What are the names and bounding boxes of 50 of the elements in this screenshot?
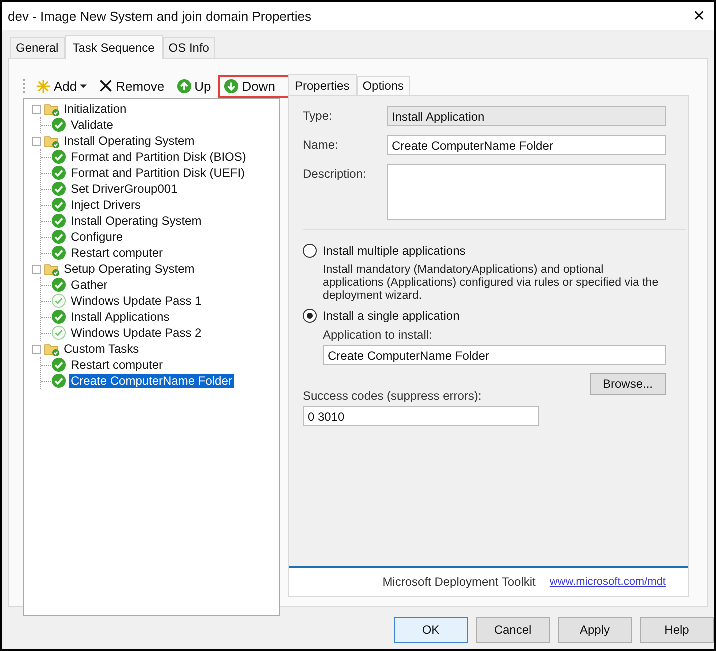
tree-item[interactable]: Initialization: [62, 102, 129, 116]
toolbar-button[interactable]: Add: [31, 74, 92, 98]
toolbar-button[interactable]: Remove: [94, 74, 170, 98]
field-label: Application to install:: [323, 328, 434, 342]
tree-item[interactable]: Restart computer: [69, 246, 166, 260]
dialog-button[interactable]: Apply: [558, 617, 632, 643]
dialog-button[interactable]: OK: [394, 617, 468, 643]
tree-item[interactable]: Set DriverGroup001: [69, 182, 180, 196]
toolbar-button[interactable]: Up: [172, 74, 216, 98]
tab[interactable]: General: [10, 37, 65, 58]
tree-item[interactable]: Format and Partition Disk (BIOS): [69, 150, 248, 164]
product-name: Microsoft Deployment Toolkit: [382, 575, 536, 589]
website-link[interactable]: www.microsoft.com/mdt: [550, 576, 666, 588]
success-codes-field[interactable]: 0 3010: [303, 406, 539, 426]
type-field: Install Application: [387, 106, 666, 126]
option-description: Install mandatory (MandatoryApplications) and optional applications (Applications) configured via rules or specified via the deployment wizard.: [323, 264, 660, 303]
sparkle-icon: [36, 78, 51, 94]
tree-item[interactable]: Configure: [69, 230, 126, 244]
browse-button[interactable]: Browse...: [590, 373, 666, 395]
close-button[interactable]: ✕: [693, 7, 706, 25]
dialog-button[interactable]: Help: [640, 617, 714, 643]
caret-icon: [80, 82, 88, 90]
tree-item[interactable]: Format and Partition Disk (UEFI): [69, 166, 248, 180]
tab[interactable]: Properties: [288, 74, 357, 96]
description-field[interactable]: [387, 164, 666, 220]
field-label: Description:: [303, 166, 368, 183]
cross-icon: [99, 79, 114, 93]
tree-item[interactable]: Inject Drivers: [69, 198, 144, 212]
field-label: Name:: [303, 137, 340, 154]
tree-item[interactable]: Create ComputerName Folder: [69, 374, 234, 388]
tree-item[interactable]: Custom Tasks: [62, 342, 142, 356]
tree-item[interactable]: Setup Operating System: [62, 262, 197, 276]
tab[interactable]: OS Info: [162, 37, 216, 58]
radio-button[interactable]: [303, 309, 317, 323]
tree-item[interactable]: Validate: [69, 118, 116, 132]
name-field[interactable]: Create ComputerName Folder: [387, 135, 666, 155]
radio-button[interactable]: [303, 244, 317, 258]
field-label: Type:: [303, 108, 334, 125]
radio-label[interactable]: Install multiple applications: [323, 244, 466, 258]
tree-item[interactable]: Install Operating System: [69, 214, 204, 228]
tree-item[interactable]: Restart computer: [69, 358, 166, 372]
window-title: dev - Image New System and join domain Properties: [8, 8, 312, 24]
dialog-button[interactable]: Cancel: [476, 617, 550, 643]
application-field[interactable]: Create ComputerName Folder: [323, 345, 666, 365]
tree-item[interactable]: Install Applications: [69, 310, 172, 324]
radio-label[interactable]: Install a single application: [323, 309, 460, 323]
tree-item[interactable]: Install Operating System: [62, 134, 197, 148]
field-label: Success codes (suppress errors):: [303, 389, 483, 403]
tab[interactable]: Task Sequence: [64, 35, 163, 59]
tree-item[interactable]: Gather: [69, 278, 110, 292]
